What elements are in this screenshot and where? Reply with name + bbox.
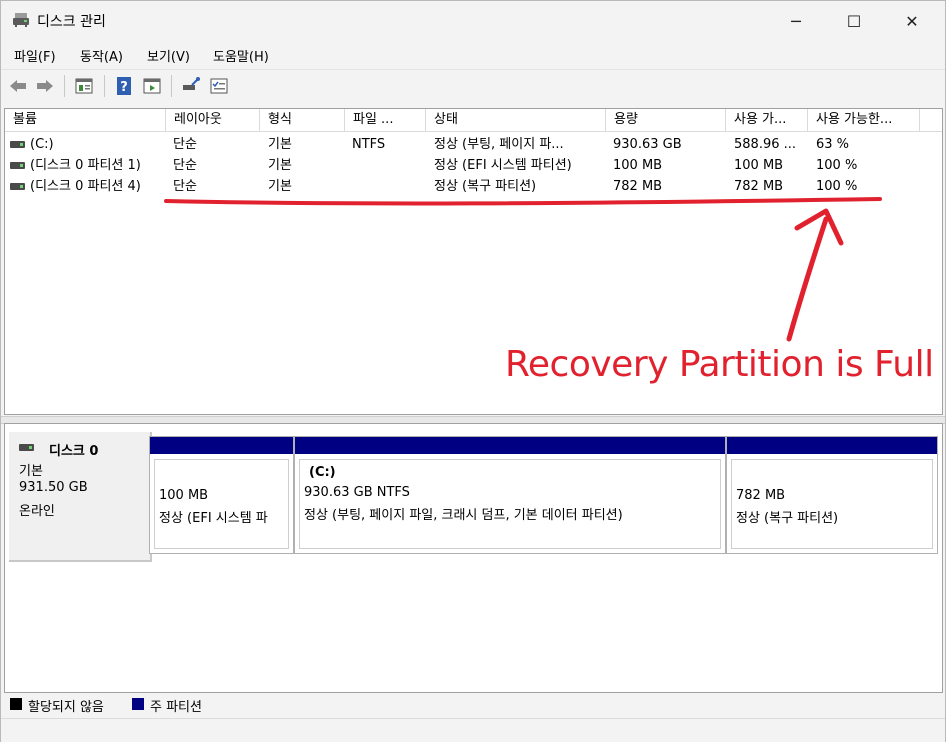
- partition-size: 782 MB: [736, 488, 786, 503]
- disk-icon: [19, 444, 34, 451]
- column-free-space[interactable]: 사용 가...: [726, 109, 808, 131]
- primary-partition-bar: [727, 437, 937, 454]
- volume-free-space: 782 MB: [734, 179, 784, 194]
- volume-filesystem: NTFS: [352, 137, 386, 152]
- legend-primary-partition: 주 파티션: [150, 700, 202, 715]
- column-layout[interactable]: 레이아웃: [166, 109, 260, 131]
- volume-type: 기본: [268, 137, 292, 152]
- column-filesystem[interactable]: 파일 ...: [345, 109, 426, 131]
- column-percent-free[interactable]: 사용 가능한...: [808, 109, 920, 131]
- volume-layout: 단순: [173, 158, 197, 173]
- disk-management-app-icon: [13, 13, 29, 27]
- volume-row[interactable]: (디스크 0 파티션 4) 단순 기본 정상 (복구 파티션) 782 MB 7…: [5, 176, 942, 197]
- checklist-icon[interactable]: [209, 76, 229, 96]
- partition-body: 782 MB 정상 (복구 파티션): [731, 459, 933, 549]
- primary-partition-bar: [295, 437, 725, 454]
- unallocated-swatch: [10, 698, 22, 710]
- toolbar-separator: [171, 75, 172, 97]
- volume-type: 기본: [268, 179, 292, 194]
- volume-row[interactable]: (C:) 단순 기본 NTFS 정상 (부팅, 페이지 파... 930.63 …: [5, 134, 942, 155]
- partition-size: 930.63 GB NTFS: [304, 485, 410, 500]
- minimize-button[interactable]: ─: [767, 1, 825, 41]
- back-arrow-icon[interactable]: [8, 76, 28, 96]
- forward-arrow-icon[interactable]: [35, 76, 55, 96]
- connect-icon[interactable]: [181, 76, 201, 96]
- annotation-text: Recovery Partition is Full: [505, 344, 934, 385]
- maximize-icon: ☐: [846, 11, 862, 31]
- toolbar-separator: [64, 75, 65, 97]
- volume-drive-icon: [10, 183, 25, 190]
- volume-status: 정상 (EFI 시스템 파티션): [434, 158, 572, 173]
- partition-body: 100 MB 정상 (EFI 시스템 파: [154, 459, 289, 549]
- legend: 할당되지 않음 주 파티션: [4, 693, 941, 717]
- partition-status: 정상 (EFI 시스템 파: [159, 511, 268, 526]
- volume-row[interactable]: (디스크 0 파티션 1) 단순 기본 정상 (EFI 시스템 파티션) 100…: [5, 155, 942, 176]
- volume-free-space: 588.96 ...: [734, 137, 797, 152]
- volume-name: (디스크 0 파티션 1): [30, 158, 141, 173]
- column-volume[interactable]: 볼륨: [5, 109, 166, 131]
- disk-name: 디스크 0: [49, 444, 99, 459]
- disk-state: 온라인: [19, 504, 55, 519]
- column-status[interactable]: 상태: [426, 109, 606, 131]
- volume-name: (디스크 0 파티션 4): [30, 179, 141, 194]
- partition-efi[interactable]: 100 MB 정상 (EFI 시스템 파: [149, 436, 294, 554]
- title-bar: 디스크 관리 ─ ☐ ✕: [1, 1, 945, 41]
- partition-status: 정상 (복구 파티션): [736, 511, 839, 526]
- volume-drive-icon: [10, 141, 25, 148]
- partition-status: 정상 (부팅, 페이지 파일, 크래시 덤프, 기본 데이터 파티션): [304, 508, 623, 523]
- disk-type: 기본: [19, 464, 43, 479]
- svg-text:?: ?: [120, 80, 128, 95]
- column-type[interactable]: 형식: [260, 109, 345, 131]
- volume-drive-icon: [10, 162, 25, 169]
- menu-action[interactable]: 동작(A): [80, 46, 123, 65]
- close-icon: ✕: [905, 11, 919, 31]
- volume-free-space: 100 MB: [734, 158, 784, 173]
- menu-bar: 파일(F) 동작(A) 보기(V) 도움말(H): [1, 41, 945, 68]
- volume-type: 기본: [268, 158, 292, 173]
- volume-capacity: 782 MB: [613, 179, 663, 194]
- volume-list-header: 볼륨 레이아웃 형식 파일 ... 상태 용량 사용 가... 사용 가능한..…: [5, 109, 942, 132]
- volume-layout: 단순: [173, 137, 197, 152]
- volume-layout: 단순: [173, 179, 197, 194]
- view-icon[interactable]: [142, 76, 162, 96]
- minimize-icon: ─: [791, 11, 801, 31]
- volume-status: 정상 (복구 파티션): [434, 179, 537, 194]
- volume-percent-free: 63 %: [816, 137, 850, 152]
- partition-recovery[interactable]: 782 MB 정상 (복구 파티션): [726, 436, 938, 554]
- volume-status: 정상 (부팅, 페이지 파...: [434, 137, 564, 152]
- partition-c-drive[interactable]: (C:) 930.63 GB NTFS 정상 (부팅, 페이지 파일, 크래시 …: [294, 436, 726, 554]
- volume-percent-free: 100 %: [816, 179, 858, 194]
- legend-unallocated: 할당되지 않음: [28, 700, 104, 715]
- primary-partition-bar: [150, 437, 293, 454]
- close-button[interactable]: ✕: [883, 1, 941, 41]
- help-icon[interactable]: ?: [114, 76, 134, 96]
- menu-view[interactable]: 보기(V): [147, 46, 190, 65]
- maximize-button[interactable]: ☐: [825, 1, 883, 41]
- volume-name: (C:): [30, 137, 54, 152]
- volume-percent-free: 100 %: [816, 158, 858, 173]
- toolbar: ?: [1, 69, 945, 102]
- menu-help[interactable]: 도움말(H): [213, 46, 269, 65]
- menu-file[interactable]: 파일(F): [14, 46, 56, 65]
- disk-graphical-view[interactable]: 디스크 0 기본 931.50 GB 온라인 100 MB 정상 (EFI 시스…: [4, 423, 943, 693]
- partition-label: (C:): [309, 465, 336, 480]
- volume-capacity: 930.63 GB: [613, 137, 682, 152]
- partition-body: (C:) 930.63 GB NTFS 정상 (부팅, 페이지 파일, 크래시 …: [299, 459, 721, 549]
- toolbar-separator: [104, 75, 105, 97]
- column-capacity[interactable]: 용량: [606, 109, 726, 131]
- status-bar: [1, 718, 945, 742]
- partition-size: 100 MB: [159, 488, 209, 503]
- disk-size: 931.50 GB: [19, 480, 88, 495]
- disk-info-panel[interactable]: 디스크 0 기본 931.50 GB 온라인: [9, 432, 152, 562]
- properties-icon[interactable]: [74, 76, 94, 96]
- window-title: 디스크 관리: [37, 14, 106, 30]
- primary-partition-swatch: [132, 698, 144, 710]
- volume-capacity: 100 MB: [613, 158, 663, 173]
